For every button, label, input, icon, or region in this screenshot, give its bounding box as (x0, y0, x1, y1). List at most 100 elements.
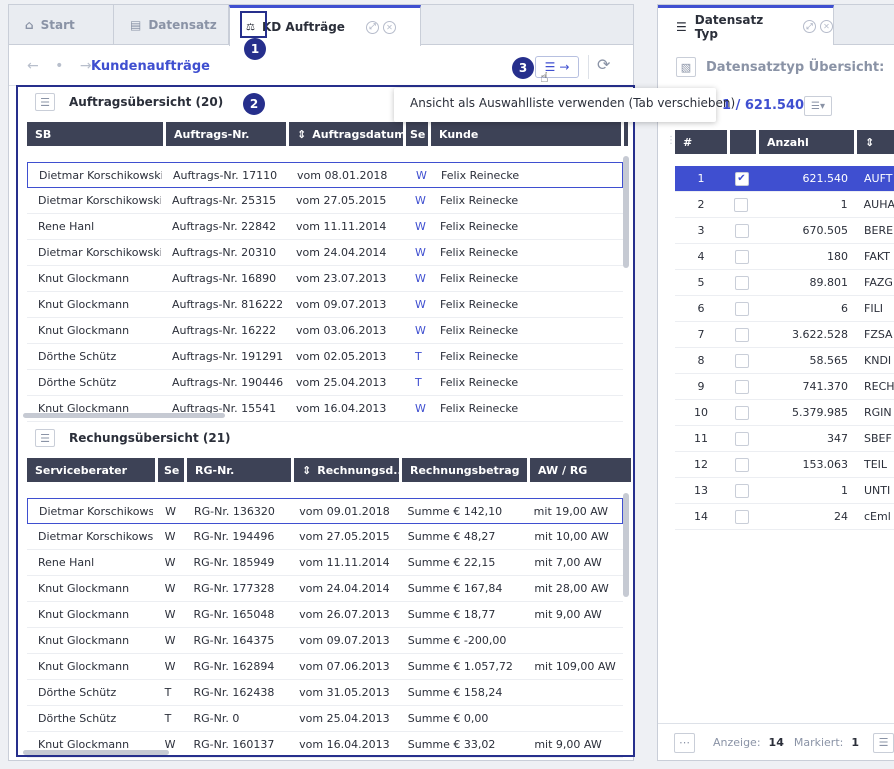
close-icon[interactable]: ✕ (382, 20, 396, 34)
cell-index: 9 (697, 380, 705, 393)
record-type-row[interactable]: 3 670.505 BERE (675, 218, 894, 244)
record-type-row[interactable]: 14 24 cEml (675, 504, 894, 530)
record-type-row[interactable]: 1 ✔ 621.540 AUFT (675, 166, 894, 192)
undock-icon[interactable]: ⤢ (365, 20, 379, 34)
record-type-row[interactable]: 5 89.801 FAZG (675, 270, 894, 296)
cell-index: 5 (697, 276, 705, 289)
tab-start[interactable]: ⌂ Start (9, 5, 114, 45)
record-type-row[interactable]: 4 180 FAKT (675, 244, 894, 270)
col-check[interactable] (730, 130, 756, 154)
tab-datensatz-typ-label: Datensatz Typ (694, 12, 764, 41)
cell-type: FZSA (864, 328, 893, 341)
record-type-row[interactable]: 11 347 SBEF (675, 426, 894, 452)
more-button[interactable]: ⋯ (674, 732, 695, 753)
list-view-button[interactable]: ☰ (873, 732, 894, 753)
cell-anzahl: 621.540 (802, 172, 849, 185)
cell-type: UNTI (864, 484, 891, 497)
cell-index: 10 (694, 406, 708, 419)
tab-kd-auftraege-label: KD Aufträge (261, 20, 345, 34)
tooltip: Ansicht als Auswahlliste verwenden (Tab … (394, 88, 735, 122)
record-type-row[interactable]: 2 1 AUHA (675, 192, 894, 218)
tab-controls: ⤢ ✕ (803, 20, 833, 33)
arrow-right-icon: → (559, 60, 570, 74)
checkbox[interactable] (734, 197, 749, 212)
record-type-row[interactable]: 8 58.565 KNDI (675, 348, 894, 374)
view-menu-button[interactable]: ☰▾ (804, 96, 832, 116)
tab-datensatz[interactable]: ▤ Datensatz (114, 5, 229, 45)
cell-anzahl: 347 (827, 432, 848, 445)
close-icon[interactable]: ✕ (820, 20, 833, 33)
callout-badge-2: 2 (243, 93, 265, 115)
record-type-row[interactable]: 9 741.370 RECH (675, 374, 894, 400)
cell-type: cEml (864, 510, 891, 523)
tab-datensatz-typ[interactable]: ☰ Datensatz Typ ⤢ ✕ (658, 5, 834, 45)
col-anzahl[interactable]: Anzahl (759, 130, 854, 154)
document-icon: ▤ (130, 18, 142, 32)
cell-index: 12 (694, 458, 708, 471)
cell-anzahl: 153.063 (802, 458, 849, 471)
cell-index: 14 (694, 510, 708, 523)
divider (588, 55, 589, 79)
cell-anzahl: 6 (841, 302, 848, 315)
cell-check (727, 275, 756, 290)
checkbox[interactable] (734, 223, 749, 238)
checkbox-checked[interactable]: ✔ (734, 171, 749, 186)
undock-icon[interactable]: ⤢ (803, 20, 816, 33)
cell-index: 11 (694, 432, 708, 445)
cell-anzahl: 180 (827, 250, 848, 263)
record-type-row[interactable]: 12 153.063 TEIL (675, 452, 894, 478)
cell-anzahl: 670.505 (802, 224, 849, 237)
cell-type: TEIL (864, 458, 888, 471)
checkbox[interactable] (734, 275, 749, 290)
cell-check: ✔ (727, 171, 756, 186)
cell-check (727, 301, 756, 316)
record-type-row[interactable]: 10 5.379.985 RGIN (675, 400, 894, 426)
callout-badge-1: 1 (244, 38, 266, 60)
cursor-hand-icon: ☝ (540, 70, 549, 86)
checkbox[interactable] (734, 483, 749, 498)
checkbox[interactable] (734, 353, 749, 368)
checkbox[interactable] (734, 457, 749, 472)
cell-type: RECH (864, 380, 894, 393)
markiert-label: Markiert: (793, 736, 844, 749)
cell-index: 3 (697, 224, 705, 237)
nav-arrows[interactable]: ← • → (27, 58, 98, 74)
cell-check (727, 509, 756, 524)
cell-type: SBEF (864, 432, 892, 445)
checkbox[interactable] (734, 249, 749, 264)
cell-anzahl: 1 (841, 484, 848, 497)
record-type-row[interactable]: 6 6 FILI (675, 296, 894, 322)
checkbox[interactable] (734, 379, 749, 394)
cell-index: 2 (697, 198, 705, 211)
checkbox[interactable] (734, 327, 749, 342)
record-type-row[interactable]: 13 1 UNTI (675, 478, 894, 504)
cell-type: BERE (864, 224, 894, 237)
cell-anzahl: 24 (834, 510, 848, 523)
cell-check (727, 457, 756, 472)
cell-check (727, 197, 756, 212)
cell-type: KNDI (864, 354, 892, 367)
cell-check (727, 431, 756, 446)
highlight-tab-icon (240, 11, 267, 38)
record-type-icon: ▧ (676, 57, 696, 77)
anzeige-value: 14 (768, 736, 784, 749)
refresh-button[interactable]: ⟳ (597, 55, 610, 74)
col-index[interactable]: # (675, 130, 727, 154)
right-footer: ⋯ Anzeige: 14 Markiert: 1 ☰ (658, 723, 894, 761)
tab-start-label: Start (40, 18, 75, 32)
checkbox[interactable] (734, 431, 749, 446)
cell-check (727, 249, 756, 264)
cell-type: FILI (864, 302, 883, 315)
checkbox[interactable] (734, 301, 749, 316)
col-type[interactable]: ⇕ (857, 130, 894, 154)
cell-anzahl: 741.370 (802, 380, 849, 393)
record-type-row[interactable]: 7 3.622.528 FZSA (675, 322, 894, 348)
checkbox[interactable] (734, 405, 749, 420)
cell-anzahl: 5.379.985 (792, 406, 848, 419)
cell-check (727, 405, 756, 420)
checkbox[interactable] (734, 509, 749, 524)
cell-anzahl: 89.801 (809, 276, 849, 289)
cell-type: FAZG (864, 276, 893, 289)
cell-index: 8 (697, 354, 705, 367)
cell-check (727, 327, 756, 342)
